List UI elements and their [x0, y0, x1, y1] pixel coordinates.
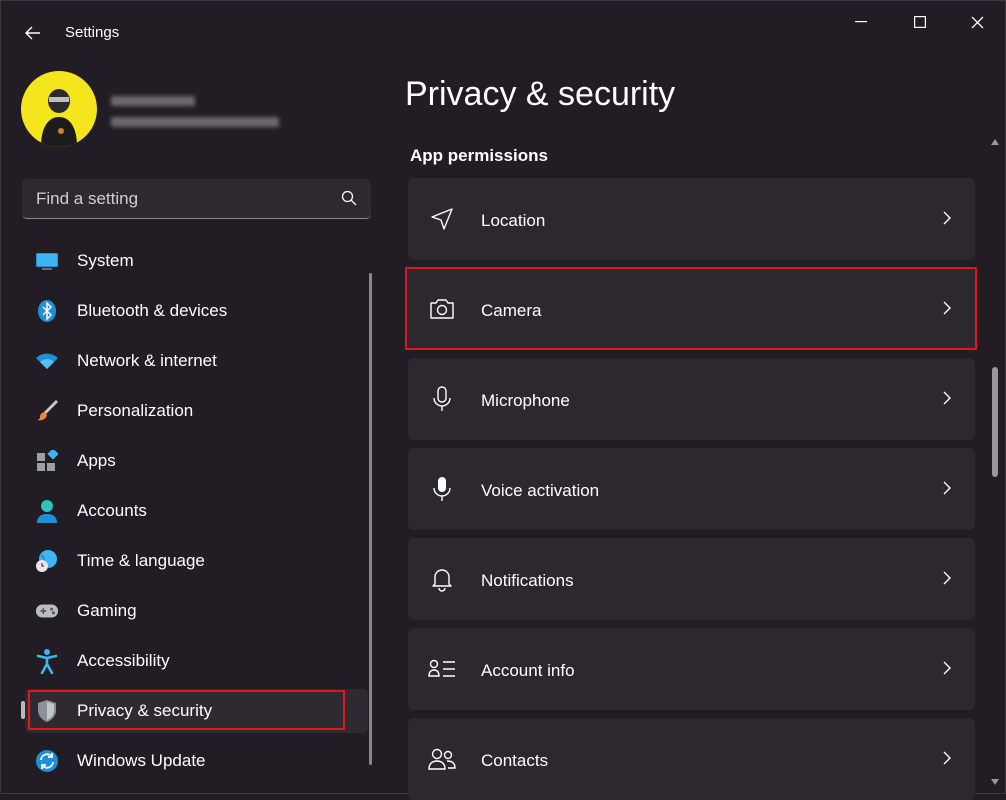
chevron-right-icon — [943, 211, 951, 225]
maximize-icon — [914, 16, 926, 28]
main-scrollbar[interactable] — [987, 131, 1003, 795]
sidebar-item-apps[interactable]: Apps — [25, 439, 368, 483]
sidebar-item-accessibility[interactable]: Accessibility — [25, 639, 368, 683]
close-button[interactable] — [954, 9, 1000, 35]
location-arrow-icon — [428, 206, 456, 232]
avatar-figure-icon — [41, 89, 77, 147]
sidebar-item-label: Personalization — [77, 401, 194, 420]
permission-contacts[interactable]: Contacts — [408, 718, 975, 800]
minimize-icon — [855, 21, 867, 23]
selection-indicator — [21, 701, 25, 719]
sidebar-item-label: Accounts — [77, 501, 147, 520]
scroll-down-arrow-icon[interactable] — [991, 779, 999, 785]
chevron-right-icon — [943, 751, 951, 765]
app-title: Settings — [65, 24, 120, 41]
avatar[interactable] — [21, 71, 97, 147]
sidebar-item-system[interactable]: System — [25, 239, 368, 283]
permission-label: Camera — [481, 301, 542, 320]
search-input[interactable] — [22, 179, 338, 219]
sidebar-item-network[interactable]: Network & internet — [25, 339, 368, 383]
back-arrow-icon — [25, 26, 40, 40]
sidebar-item-bluetooth[interactable]: Bluetooth & devices — [25, 289, 368, 333]
sidebar-item-personalization[interactable]: Personalization — [25, 389, 368, 433]
apps-icon — [35, 450, 59, 472]
page-title: Privacy & security — [405, 75, 676, 113]
search-icon[interactable] — [341, 190, 357, 206]
sidebar-item-windows-update[interactable]: Windows Update — [25, 739, 368, 783]
sidebar-item-label: Accessibility — [77, 651, 170, 670]
sidebar-item-label: Time & language — [77, 551, 205, 570]
sidebar-item-label: Privacy & security — [77, 701, 213, 720]
maximize-button[interactable] — [897, 9, 943, 35]
scroll-up-arrow-icon[interactable] — [991, 139, 999, 145]
permission-label: Voice activation — [481, 481, 600, 500]
search-box — [22, 179, 371, 219]
profile-email-redacted — [111, 117, 279, 127]
bluetooth-icon — [35, 300, 59, 322]
settings-window: Settings System — [0, 0, 1006, 800]
account-info-icon — [428, 656, 456, 682]
chevron-right-icon — [943, 661, 951, 675]
permission-account-info[interactable]: Account info — [408, 628, 975, 710]
section-title: App permissions — [410, 146, 548, 165]
chevron-right-icon — [943, 301, 951, 315]
update-icon — [35, 750, 59, 772]
profile-name-redacted — [111, 96, 195, 106]
chevron-right-icon — [943, 481, 951, 495]
camera-icon — [428, 296, 456, 322]
sidebar-item-label: Apps — [77, 451, 116, 470]
permission-location[interactable]: Location — [408, 178, 975, 260]
wifi-icon — [35, 350, 59, 372]
sidebar-item-time-language[interactable]: Time & language — [25, 539, 368, 583]
shield-icon — [35, 700, 59, 722]
scroll-thumb[interactable] — [992, 367, 998, 477]
permission-microphone[interactable]: Microphone — [408, 358, 975, 440]
permission-label: Contacts — [481, 751, 549, 770]
accessibility-icon — [35, 649, 59, 674]
sidebar-item-label: Bluetooth & devices — [77, 301, 228, 320]
gamepad-icon — [35, 600, 59, 622]
sidebar-item-gaming[interactable]: Gaming — [25, 589, 368, 633]
title-bar: Settings — [1, 1, 1005, 63]
sidebar-scrollbar[interactable] — [369, 273, 372, 765]
sidebar-item-label: Gaming — [77, 601, 137, 620]
voice-mic-icon — [428, 476, 456, 502]
sidebar-item-accounts[interactable]: Accounts — [25, 489, 368, 533]
permission-label: Location — [481, 211, 546, 230]
permission-label: Microphone — [481, 391, 570, 410]
chevron-right-icon — [943, 391, 951, 405]
sidebar-item-label: Network & internet — [77, 351, 217, 370]
bell-icon — [428, 566, 456, 592]
minimize-button[interactable] — [838, 9, 884, 35]
globe-clock-icon — [35, 550, 59, 572]
permission-camera[interactable]: Camera — [408, 268, 975, 350]
sidebar-item-label: Windows Update — [77, 751, 206, 770]
sidebar-item-label: System — [77, 251, 134, 270]
contacts-icon — [428, 746, 456, 772]
sidebar-item-privacy-security[interactable]: Privacy & security — [25, 689, 368, 733]
microphone-icon — [428, 386, 456, 412]
person-icon — [35, 500, 59, 523]
permission-label: Notifications — [481, 571, 574, 590]
back-button[interactable] — [19, 19, 47, 47]
permission-voice-activation[interactable]: Voice activation — [408, 448, 975, 530]
permission-notifications[interactable]: Notifications — [408, 538, 975, 620]
monitor-icon — [35, 250, 59, 272]
brush-icon — [35, 399, 59, 422]
chevron-right-icon — [943, 571, 951, 585]
close-icon — [971, 16, 983, 28]
permission-label: Account info — [481, 661, 575, 680]
